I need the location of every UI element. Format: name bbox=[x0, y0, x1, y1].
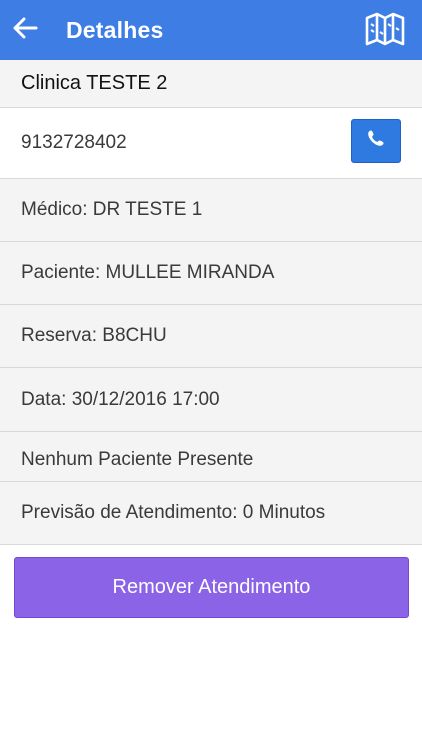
patient-row: Paciente: MULLEE MIRANDA bbox=[0, 242, 422, 305]
phone-row: 9132728402 bbox=[0, 108, 422, 179]
date-row: Data: 30/12/2016 17:00 bbox=[0, 368, 422, 432]
clinic-row: Clinica TESTE 2 bbox=[0, 60, 422, 108]
back-button[interactable] bbox=[8, 12, 42, 48]
clinic-name: Clinica TESTE 2 bbox=[21, 72, 168, 94]
reservation-row: Reserva: B8CHU bbox=[0, 305, 422, 368]
reservation-text: Reserva: B8CHU bbox=[21, 325, 167, 346]
doctor-row: Médico: DR TESTE 1 bbox=[0, 179, 422, 242]
page-title: Detalhes bbox=[66, 17, 164, 43]
date-text: Data: 30/12/2016 17:00 bbox=[21, 388, 220, 410]
details-screen: Detalhes Clinica TESTE 2 9132728402 Médi… bbox=[0, 0, 422, 750]
remove-appointment-button[interactable]: Remover Atendimento bbox=[14, 557, 409, 618]
map-icon bbox=[365, 12, 405, 51]
patient-text: Paciente: MULLEE MIRANDA bbox=[21, 262, 275, 283]
forecast-row: Previsão de Atendimento: 0 Minutos bbox=[0, 482, 422, 545]
map-button[interactable] bbox=[364, 11, 406, 51]
back-arrow-icon bbox=[12, 17, 38, 44]
presence-row: Nenhum Paciente Presente bbox=[0, 432, 422, 482]
call-button[interactable] bbox=[351, 119, 401, 163]
doctor-text: Médico: DR TESTE 1 bbox=[21, 199, 203, 220]
app-header: Detalhes bbox=[0, 0, 422, 60]
forecast-text: Previsão de Atendimento: 0 Minutos bbox=[21, 502, 326, 523]
phone-icon bbox=[367, 129, 385, 153]
phone-number: 9132728402 bbox=[21, 132, 127, 153]
presence-text: Nenhum Paciente Presente bbox=[21, 448, 254, 470]
